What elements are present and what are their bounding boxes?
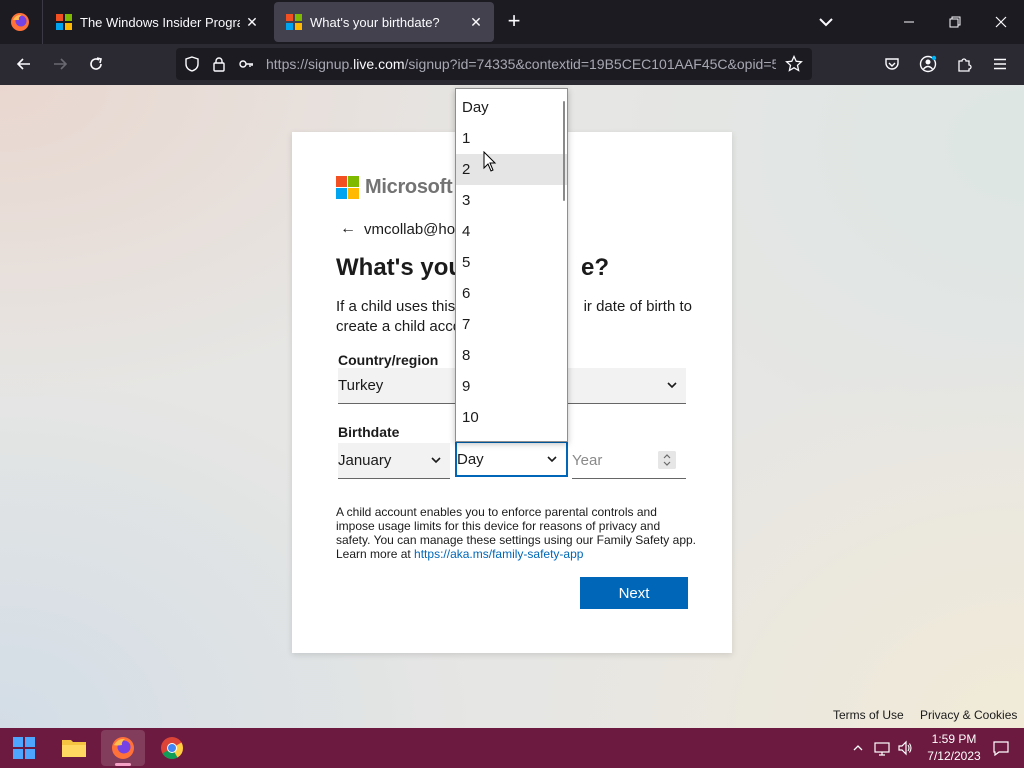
next-button[interactable]: Next — [580, 577, 688, 609]
day-option[interactable]: 7 — [456, 309, 567, 340]
firefox-menu-icon[interactable] — [10, 12, 30, 32]
new-tab-plus-icon[interactable]: + — [502, 10, 526, 34]
back-arrow-icon[interactable] — [10, 50, 38, 78]
day-option[interactable]: 1 — [456, 123, 567, 154]
clock-date: 7/12/2023 — [927, 749, 981, 763]
terms-of-use-link[interactable]: Terms of Use — [833, 708, 904, 722]
mouse-cursor-icon — [483, 151, 497, 172]
year-input[interactable]: Year — [572, 443, 686, 479]
month-value: January — [338, 452, 392, 469]
tab-title: What's your birthdate? — [310, 14, 440, 30]
year-spinner-icon[interactable] — [658, 451, 676, 469]
day-value: Day — [457, 450, 484, 468]
pocket-icon[interactable] — [878, 50, 906, 78]
brand-name: Microsoft — [365, 176, 453, 198]
windows-taskbar: 1:59 PM 7/12/2023 — [0, 728, 1024, 768]
close-window-icon[interactable] — [978, 0, 1024, 44]
back-arrow-icon[interactable]: ← — [340, 220, 356, 238]
extensions-puzzle-icon[interactable] — [950, 50, 978, 78]
country-value: Turkey — [338, 377, 384, 394]
list-all-tabs-chevron-icon[interactable] — [814, 10, 838, 34]
family-safety-link[interactable]: https://aka.ms/family-safety-app — [414, 547, 583, 561]
show-hidden-icons-chevron-icon[interactable] — [848, 728, 868, 768]
day-select[interactable]: Day — [455, 441, 568, 477]
day-option[interactable]: Day — [456, 92, 567, 123]
tracking-protection-shield-icon[interactable] — [182, 54, 202, 74]
day-option[interactable]: 4 — [456, 216, 567, 247]
restore-window-icon[interactable] — [932, 0, 978, 44]
close-tab-icon[interactable]: ✕ — [464, 10, 488, 34]
hamburger-menu-icon[interactable] — [986, 50, 1014, 78]
tab-windows-insider[interactable]: The Windows Insider Program ✕ — [44, 2, 270, 42]
identity-banner[interactable]: ← vmcollab@ho — [340, 220, 455, 238]
chevron-down-icon — [431, 457, 441, 464]
day-option[interactable]: 6 — [456, 278, 567, 309]
forward-arrow-icon[interactable] — [46, 50, 74, 78]
notifications-icon[interactable] — [990, 728, 1012, 768]
microsoft-favicon-icon — [56, 14, 72, 30]
identity-email: vmcollab@ho — [364, 220, 456, 238]
day-option[interactable]: 5 — [456, 247, 567, 278]
country-label: Country/region — [338, 352, 439, 368]
month-select[interactable]: January — [338, 443, 450, 479]
day-option[interactable]: 8 — [456, 340, 567, 371]
dropdown-scrollbar[interactable] — [563, 101, 565, 201]
child-account-note: A child account enables you to enforce p… — [336, 505, 696, 561]
reload-icon[interactable] — [82, 50, 110, 78]
microsoft-logo-icon — [336, 176, 359, 199]
day-option[interactable]: 10 — [456, 402, 567, 433]
privacy-cookies-link[interactable]: Privacy & Cookies — [920, 708, 1017, 722]
clock-time: 1:59 PM — [931, 732, 977, 746]
day-option[interactable]: 2 — [456, 154, 567, 185]
year-placeholder: Year — [572, 452, 603, 469]
start-windows-icon[interactable] — [2, 730, 46, 766]
padlock-icon[interactable] — [209, 54, 229, 74]
url-text[interactable]: https://signup.live.com/signup?id=74335&… — [266, 56, 776, 72]
chevron-down-icon — [547, 456, 557, 463]
address-bar[interactable]: https://signup.live.com/signup?id=74335&… — [176, 48, 812, 80]
volume-speaker-icon[interactable] — [895, 728, 915, 768]
file-explorer-icon[interactable] — [52, 730, 96, 766]
network-icon[interactable] — [872, 728, 892, 768]
firefox-taskbar-icon[interactable] — [101, 730, 145, 766]
close-tab-icon[interactable]: ✕ — [240, 10, 264, 34]
account-icon[interactable] — [914, 50, 942, 78]
tab-separator — [42, 0, 43, 44]
navigation-toolbar: https://signup.live.com/signup?id=74335&… — [0, 44, 1024, 85]
tab-title: The Windows Insider Program — [80, 14, 240, 30]
minimize-window-icon[interactable] — [886, 0, 932, 44]
day-dropdown-list[interactable]: Day 1 2 3 4 5 6 7 8 9 10 — [455, 88, 568, 442]
chrome-taskbar-icon[interactable] — [150, 730, 194, 766]
tab-birthdate[interactable]: What's your birthdate? ✕ — [274, 2, 494, 42]
bookmark-star-icon[interactable] — [784, 54, 804, 74]
birthdate-label: Birthdate — [338, 424, 400, 440]
microsoft-logo: Microsoft — [336, 176, 453, 199]
browser-tab-strip: The Windows Insider Program ✕ What's you… — [0, 0, 1024, 44]
taskbar-clock[interactable]: 1:59 PM 7/12/2023 — [918, 731, 990, 765]
chevron-down-icon — [667, 382, 677, 389]
microsoft-favicon-icon — [286, 14, 302, 30]
day-option[interactable]: 9 — [456, 371, 567, 402]
permissions-key-icon[interactable] — [236, 54, 256, 74]
day-option[interactable]: 3 — [456, 185, 567, 216]
